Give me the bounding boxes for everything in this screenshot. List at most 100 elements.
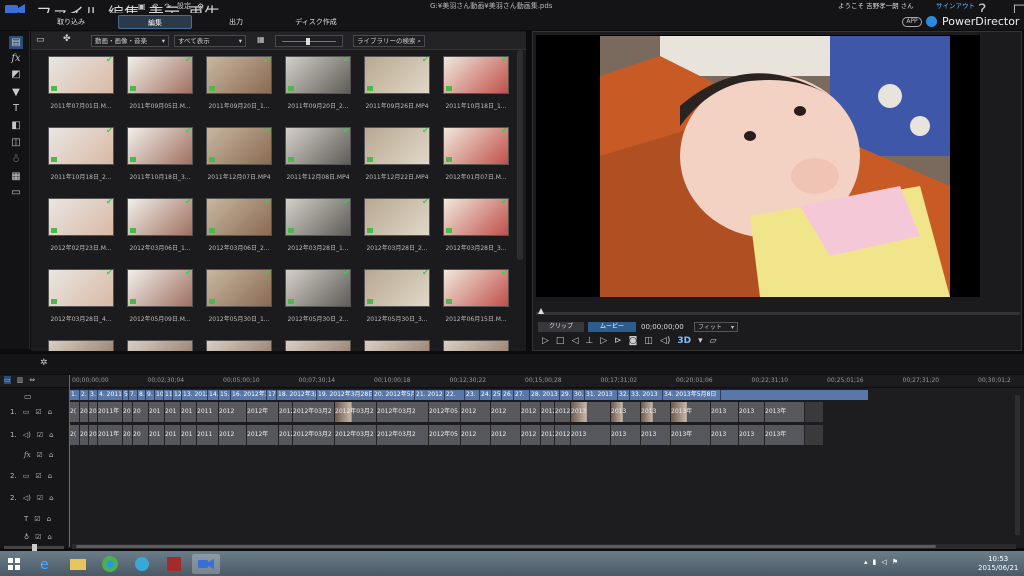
pip-room-icon[interactable]: ◩ bbox=[9, 68, 23, 81]
library-thumbnail[interactable]: ✔ bbox=[364, 127, 430, 165]
clip-mode-button[interactable]: クリップ bbox=[538, 322, 584, 332]
search-icon[interactable]: ⌕ bbox=[417, 36, 421, 46]
video-clip[interactable]: 2012 bbox=[555, 402, 571, 422]
tray-up-icon[interactable]: ▴ bbox=[864, 558, 868, 566]
video-clip[interactable]: 2012年03月2 bbox=[293, 402, 335, 422]
audio-clip[interactable]: 2012 bbox=[219, 425, 247, 445]
subtitle-room-icon[interactable]: ▭ bbox=[9, 186, 23, 199]
library-thumbnail[interactable] bbox=[285, 340, 351, 351]
video-clip[interactable]: 2012 bbox=[521, 402, 541, 422]
chapter-marker[interactable]: 33. 2013 bbox=[630, 390, 663, 400]
audio-clip[interactable]: 201 bbox=[165, 425, 181, 445]
library-thumbnail[interactable] bbox=[364, 340, 430, 351]
audio-clip[interactable]: 2012 bbox=[521, 425, 541, 445]
video-clip[interactable]: 2012年03月2 bbox=[335, 402, 377, 422]
fx-room-icon[interactable]: fx bbox=[9, 52, 23, 65]
chapter-marker[interactable]: 32. bbox=[618, 390, 630, 400]
undo-icon[interactable]: ↶ bbox=[152, 2, 159, 11]
lock-icon[interactable]: ⌂ bbox=[49, 451, 53, 459]
audio-clip[interactable]: 201 bbox=[89, 425, 98, 445]
audio-clip[interactable]: 2013年 bbox=[765, 425, 805, 445]
video-clip[interactable]: 201 bbox=[89, 402, 98, 422]
settings-label[interactable]: 設定 bbox=[177, 2, 191, 11]
video-clip[interactable]: 20 bbox=[80, 402, 89, 422]
audio-clip[interactable]: 2013 bbox=[641, 425, 671, 445]
timeline-view-icon[interactable]: ▭ bbox=[4, 376, 11, 384]
audio-clip[interactable]: 2012年03月2 bbox=[335, 425, 377, 445]
chapter-marker[interactable]: 27. bbox=[514, 390, 530, 400]
library-thumbnail[interactable]: ✔ bbox=[206, 269, 272, 307]
chapter-marker[interactable]: 3. bbox=[89, 390, 98, 400]
video-clip[interactable]: 2011 bbox=[197, 402, 219, 422]
library-thumbnail[interactable]: ✔ bbox=[364, 56, 430, 94]
stop-icon[interactable]: □ bbox=[556, 336, 565, 347]
library-thumbnail[interactable]: ✔ bbox=[48, 56, 114, 94]
library-search-input[interactable]: ライブラリーの検索 ⌕ bbox=[353, 35, 425, 47]
next-frame-icon[interactable]: ▷ bbox=[600, 336, 607, 347]
chapter-marker[interactable]: 13. 2012 bbox=[182, 390, 208, 400]
chapter-marker[interactable]: 16. 2012年3 bbox=[231, 390, 267, 400]
chapter-marker-icon[interactable]: ▭ bbox=[24, 392, 32, 401]
volume-icon[interactable]: ◁) bbox=[660, 336, 670, 347]
audio-clip[interactable]: 201 bbox=[149, 425, 165, 445]
audio-clip[interactable]: 2012 bbox=[279, 425, 293, 445]
video-clip[interactable]: 201 bbox=[181, 402, 197, 422]
video-clip[interactable]: 2013 bbox=[739, 402, 765, 422]
magic-tool-icon[interactable]: ✲ bbox=[40, 358, 48, 368]
video-clip[interactable]: 2012 bbox=[491, 402, 521, 422]
media-type-select[interactable]: 動画・画像・音楽 ▾ bbox=[91, 35, 169, 47]
show-filter-select[interactable]: すべて表示 ▾ bbox=[174, 35, 246, 47]
audio-clip[interactable]: 2012 bbox=[491, 425, 521, 445]
chapter-marker[interactable]: 14. bbox=[208, 390, 219, 400]
chrome-icon[interactable] bbox=[96, 554, 124, 574]
chapter-marker[interactable]: 26. bbox=[502, 390, 514, 400]
seek-bar[interactable] bbox=[536, 312, 1020, 315]
audio-clip[interactable]: 2013年 bbox=[671, 425, 711, 445]
redo-icon[interactable]: ↷ bbox=[164, 2, 171, 11]
snapshot-icon[interactable]: ◙ bbox=[629, 336, 638, 347]
library-thumbnail[interactable]: ✔ bbox=[443, 127, 509, 165]
thumb-size-slider[interactable] bbox=[275, 35, 343, 47]
audio-clip[interactable]: 2011年 bbox=[98, 425, 123, 445]
library-thumbnail[interactable]: ✔ bbox=[285, 127, 351, 165]
chat-icon[interactable]: ▱ bbox=[710, 336, 717, 347]
chapter-marker[interactable]: 9. bbox=[146, 390, 155, 400]
chapter-track[interactable]: 1.2.3.4. 20115.7.8.9.10.11.12.13. 201214… bbox=[70, 390, 868, 400]
track-enable-checkbox[interactable]: ☑ bbox=[34, 515, 40, 523]
chapter-marker[interactable]: 22. bbox=[445, 390, 465, 400]
tab-disc[interactable]: ディスク作成 bbox=[286, 15, 346, 29]
fast-forward-icon[interactable]: ⊳ bbox=[614, 336, 622, 347]
audio-clip[interactable]: 2013 bbox=[739, 425, 765, 445]
chapter-marker[interactable]: 29. bbox=[560, 390, 573, 400]
plugin-icon[interactable]: ✤ bbox=[63, 34, 71, 44]
video-clip[interactable]: 2012 bbox=[541, 402, 555, 422]
track-enable-checkbox[interactable]: ☑ bbox=[35, 408, 41, 416]
chapter-marker[interactable]: 18. 2012年3月28 bbox=[277, 390, 317, 400]
fit-select[interactable]: フィット ▾ bbox=[694, 322, 738, 332]
video-clip[interactable]: 2012年 bbox=[247, 402, 279, 422]
audio-clip[interactable]: 2012年03月2 bbox=[377, 425, 429, 445]
audio-clip[interactable]: 2013 bbox=[611, 425, 641, 445]
preview-timecode[interactable]: 00;00;00;00 bbox=[641, 322, 684, 332]
timeline-playhead[interactable] bbox=[69, 375, 70, 547]
audio-clip[interactable]: 2011 bbox=[197, 425, 219, 445]
video-clip[interactable]: 2013 bbox=[611, 402, 641, 422]
timeline-vertical-scrollbar[interactable] bbox=[1015, 395, 1020, 535]
library-thumbnail[interactable]: ✔ bbox=[285, 269, 351, 307]
prev-frame-icon[interactable]: ◁ bbox=[571, 336, 578, 347]
play-icon[interactable]: ▷ bbox=[542, 336, 549, 347]
video-clip[interactable]: 2012年05 bbox=[429, 402, 461, 422]
video-clip[interactable]: 2013年 bbox=[671, 402, 711, 422]
timeline-ruler[interactable]: 00;00;00;00 00;02;30;04 00;05;00;10 00;07;3… bbox=[68, 375, 1024, 387]
audio-clip[interactable]: 2012 bbox=[555, 425, 571, 445]
tab-produce[interactable]: 出力 bbox=[216, 15, 256, 29]
undock-icon[interactable]: ◫ bbox=[644, 336, 653, 347]
library-thumbnail[interactable]: ✔ bbox=[127, 269, 193, 307]
transition-room-icon[interactable]: ◧ bbox=[9, 119, 23, 132]
3d-toggle[interactable]: 3D bbox=[677, 336, 691, 347]
library-thumbnail[interactable]: ✔ bbox=[127, 127, 193, 165]
library-thumbnail[interactable]: ✔ bbox=[443, 198, 509, 236]
save-icon[interactable]: ▣ bbox=[138, 2, 146, 11]
library-scrollbar[interactable] bbox=[517, 50, 523, 260]
library-thumbnail[interactable] bbox=[206, 340, 272, 351]
